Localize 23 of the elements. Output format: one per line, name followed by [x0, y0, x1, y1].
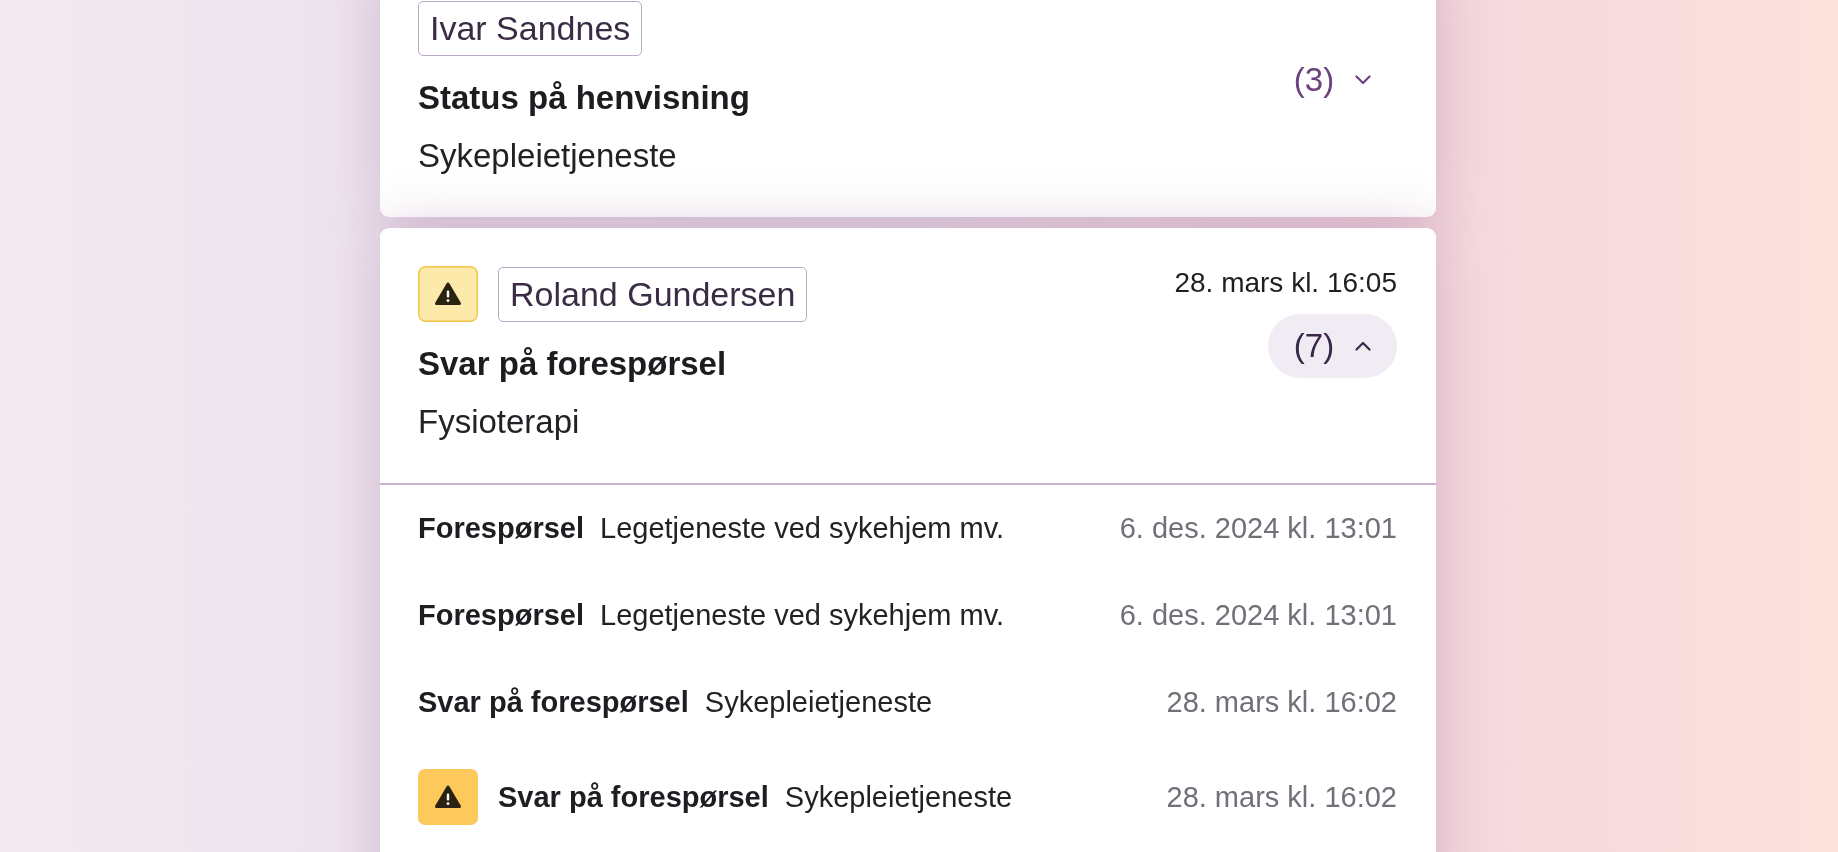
event-type: Forespørsel [418, 511, 584, 546]
chevron-up-icon [1355, 341, 1372, 351]
event-date: 28. mars kl. 16:02 [1166, 779, 1397, 815]
event-date: 6. des. 2024 kl. 13:01 [1119, 598, 1397, 633]
event-description: Legetjeneste ved sykehjem mv. [600, 511, 1005, 546]
expand-button[interactable]: (7) [1268, 314, 1397, 378]
event-description: Sykepleietjeneste [784, 779, 1013, 815]
event-date: 28. mars kl. 16:02 [1166, 685, 1397, 720]
referral-service: Fysioterapi [418, 402, 580, 442]
patient-name-tag: Ivar Sandnes [418, 0, 643, 56]
event-type: Forespørsel [418, 598, 584, 633]
patient-name-tag: Roland Gundersen [498, 266, 808, 322]
event-description: Sykepleietjeneste [704, 685, 933, 720]
referral-date: 28. mars kl. 16:05 [1174, 266, 1397, 300]
event-type: Svar på forespørsel [498, 779, 769, 815]
event-date: 6. des. 2024 kl. 13:01 [1119, 511, 1397, 546]
referral-title: Svar på forespørsel [418, 344, 727, 384]
chevron-down-icon [1355, 75, 1372, 85]
expand-button[interactable]: (3) [1268, 48, 1397, 112]
referral-title: Status på henvisning [418, 78, 750, 118]
referral-service: Sykepleietjeneste [418, 136, 677, 176]
event-description: Legetjeneste ved sykehjem mv. [600, 598, 1005, 633]
event-type: Svar på forespørsel [418, 685, 689, 720]
